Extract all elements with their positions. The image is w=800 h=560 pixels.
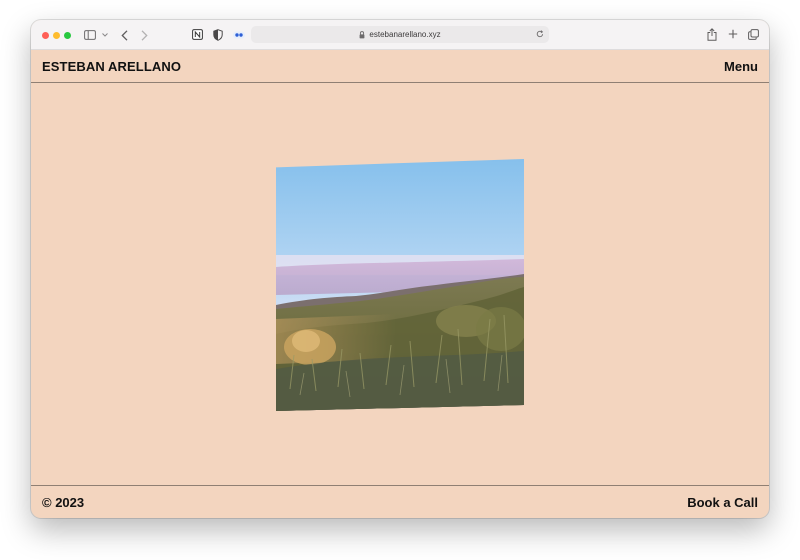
url-text: estebanarellano.xyz: [369, 30, 441, 39]
site-footer: © 2023 Book a Call: [31, 485, 769, 518]
zoom-window-button[interactable]: [64, 32, 71, 39]
share-icon[interactable]: [707, 28, 717, 41]
notion-extension-icon[interactable]: [192, 29, 203, 40]
chevron-down-icon[interactable]: [102, 32, 108, 38]
lock-icon: [359, 30, 365, 39]
minimize-window-button[interactable]: [53, 32, 60, 39]
shield-extension-icon[interactable]: [213, 29, 223, 41]
new-tab-icon[interactable]: [728, 29, 738, 39]
site-header: ESTEBAN ARELLANO Menu: [31, 50, 769, 83]
back-icon[interactable]: [120, 29, 128, 41]
brand-logo-link[interactable]: ESTEBAN ARELLANO: [42, 59, 181, 74]
forward-icon[interactable]: [140, 29, 148, 41]
dots-extension-icon[interactable]: [233, 31, 245, 39]
menu-button[interactable]: Menu: [724, 59, 758, 74]
hero-landscape-image: [276, 159, 524, 411]
copyright-text: © 2023: [42, 495, 85, 510]
sidebar-icon[interactable]: [84, 29, 96, 41]
browser-window: estebanarellano.xyz ESTEBAN ARELLANO Men…: [31, 20, 769, 518]
tabs-overview-icon[interactable]: [748, 29, 759, 40]
address-bar[interactable]: estebanarellano.xyz: [251, 26, 549, 43]
book-a-call-link[interactable]: Book a Call: [687, 495, 758, 510]
reload-icon[interactable]: [536, 30, 544, 38]
browser-toolbar: estebanarellano.xyz: [31, 20, 769, 50]
close-window-button[interactable]: [42, 32, 49, 39]
